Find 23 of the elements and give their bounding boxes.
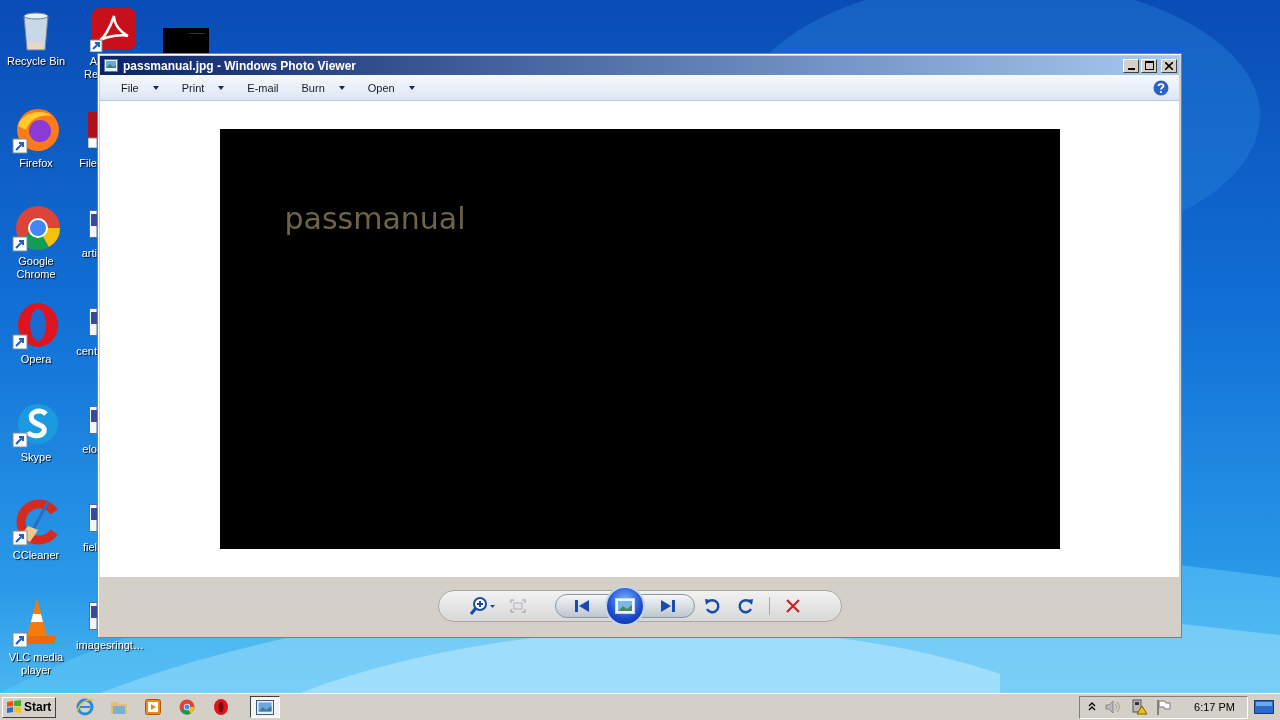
icon-label: Skype	[20, 451, 52, 464]
clock[interactable]: 6:17 PM	[1194, 701, 1235, 713]
start-button[interactable]: Start	[2, 696, 57, 718]
menu-button[interactable]: File	[112, 78, 168, 97]
menu-button[interactable]: E-mail	[238, 78, 288, 97]
icon-label: imagesringt…	[76, 639, 144, 652]
menu-button[interactable]: Burn	[292, 78, 354, 97]
icon-label: arti	[81, 247, 97, 260]
icon-label: A Re	[84, 55, 97, 81]
icon-label: Opera	[20, 353, 52, 366]
icon-label: elo	[82, 443, 97, 456]
icon-label: File	[79, 157, 97, 170]
window-title: passmanual.jpg - Windows Photo Viewer	[123, 58, 358, 73]
icon-label: Recycle Bin	[6, 55, 66, 68]
icon-label: Firefox	[19, 157, 53, 170]
icon-label: Google Chrome	[15, 255, 57, 281]
icon-label: CCleaner	[12, 549, 60, 562]
menu-button[interactable]: Print	[172, 78, 234, 97]
icon-label: cent	[76, 345, 97, 358]
image-text: passmanual	[284, 201, 466, 236]
icon-label: fiel	[82, 541, 97, 554]
icon-label: VLC media player	[7, 651, 65, 677]
menu-button[interactable]: Open	[358, 78, 424, 97]
